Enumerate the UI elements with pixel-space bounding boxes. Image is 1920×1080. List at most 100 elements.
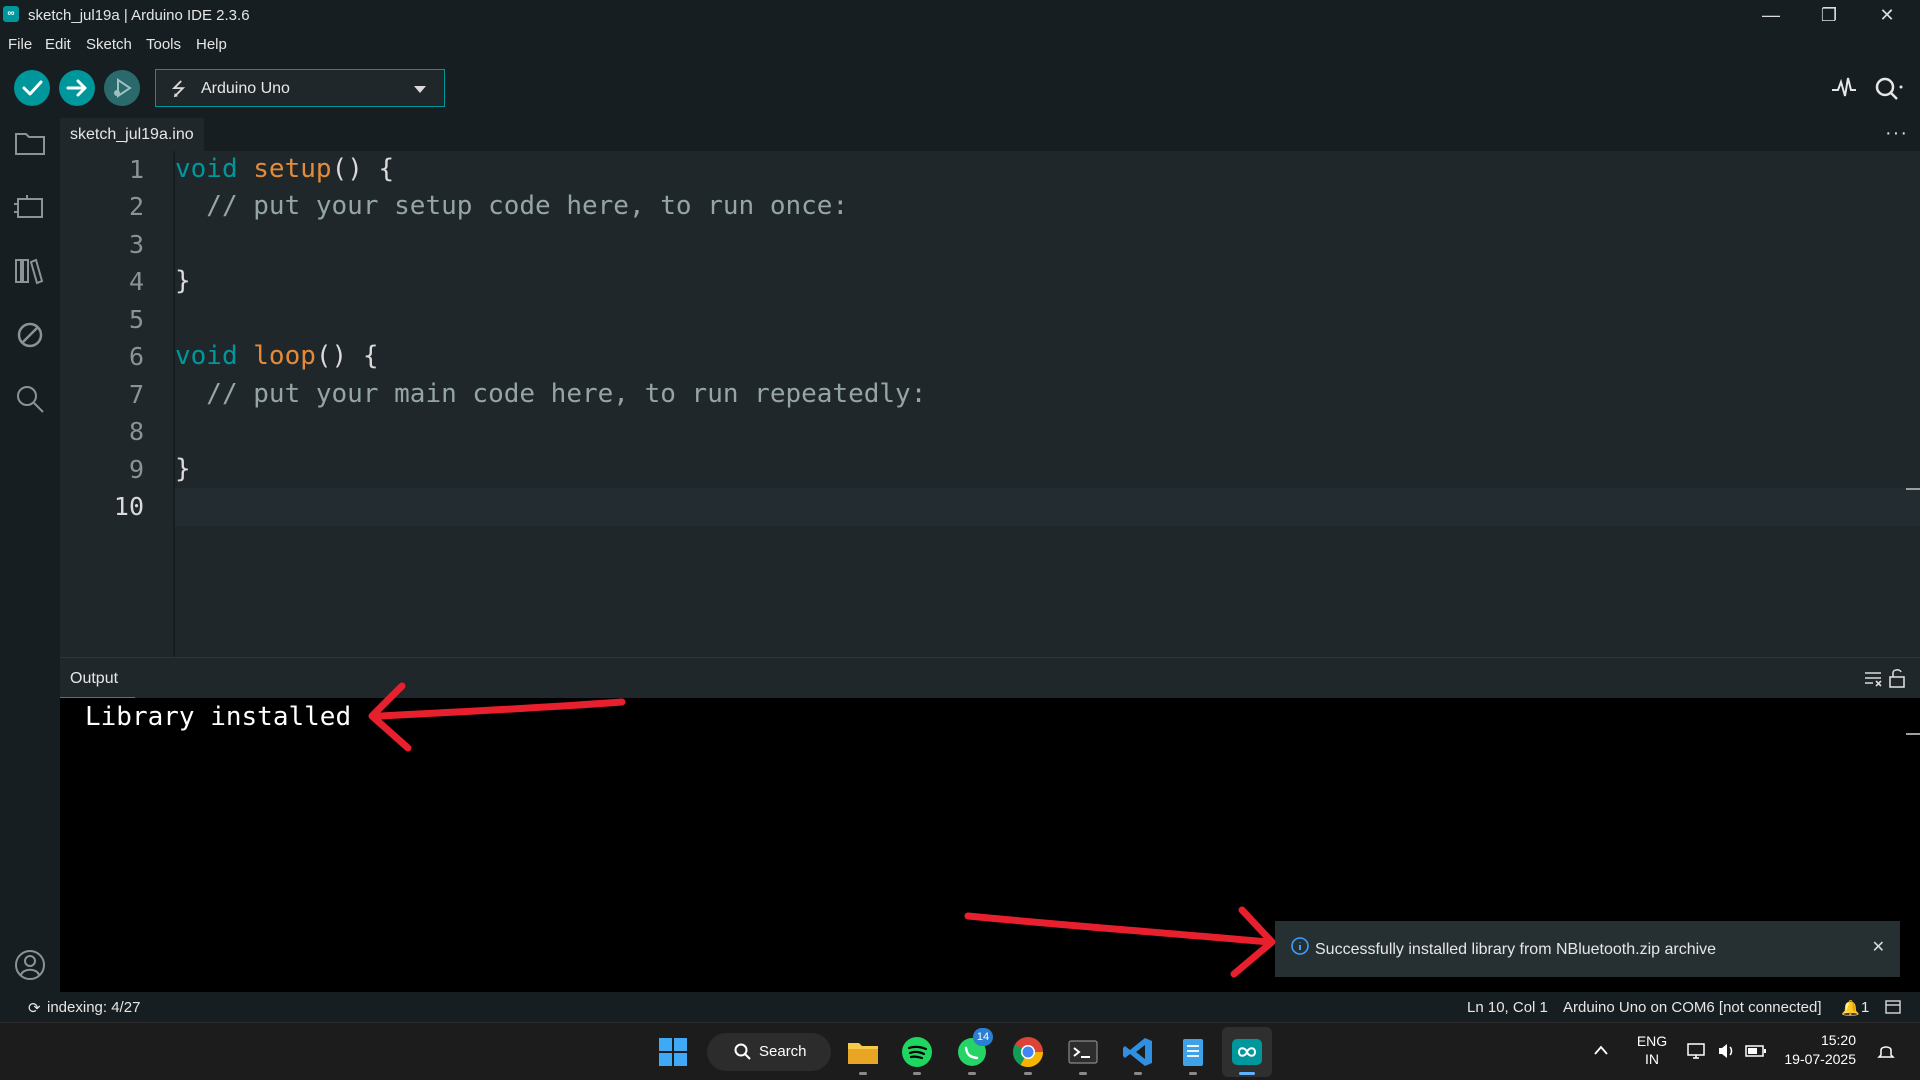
running-indicator — [968, 1072, 976, 1075]
network-icon[interactable] — [1686, 1041, 1706, 1061]
output-header: Output — [60, 657, 1920, 699]
board-port-status[interactable]: Arduino Uno on COM6 [not connected] — [1563, 999, 1822, 1016]
code-text: () { — [331, 154, 395, 184]
code-keyword: void — [175, 341, 238, 371]
tab-output[interactable]: Output — [70, 670, 118, 688]
info-icon — [1291, 937, 1309, 955]
magnifier-icon[interactable] — [1872, 74, 1904, 102]
menu-sketch[interactable]: Sketch — [86, 36, 132, 53]
running-indicator — [913, 1072, 921, 1075]
taskbar-search[interactable]: Search — [707, 1033, 831, 1071]
line-number: 8 — [128, 417, 144, 446]
editor-tab-bar: sketch_jul19a.ino ··· — [60, 118, 1920, 151]
code-editor[interactable]: 1 2 3 4 5 6 7 8 9 10 void setup() { // p… — [60, 151, 1920, 657]
notification-message: Successfully installed library from NBlu… — [1315, 941, 1717, 958]
code-text: () { — [315, 341, 379, 371]
running-indicator — [859, 1072, 867, 1075]
check-icon — [22, 80, 43, 96]
line-number: 7 — [128, 380, 144, 409]
board-manager-icon[interactable] — [13, 190, 47, 224]
menu-edit[interactable]: Edit — [45, 36, 71, 53]
sidebar — [0, 118, 60, 992]
running-indicator — [1079, 1072, 1087, 1075]
menu-tools[interactable]: Tools — [146, 36, 181, 53]
menu-help[interactable]: Help — [196, 36, 227, 53]
code-comment: // put your setup code here, to run once… — [175, 191, 849, 221]
notification-toast: Successfully installed library from NBlu… — [1275, 921, 1900, 977]
arduino-ide-icon[interactable] — [1230, 1035, 1264, 1069]
arduino-logo-icon: ∞ — [3, 6, 19, 22]
battery-icon[interactable] — [1745, 1043, 1767, 1059]
cursor-position[interactable]: Ln 10, Col 1 — [1467, 999, 1548, 1016]
chevron-up-icon[interactable] — [1593, 1044, 1609, 1056]
debug-disabled-icon[interactable] — [13, 318, 47, 352]
clock-date[interactable]: 19-07-2025 — [1780, 1051, 1856, 1067]
toggle-panel-icon[interactable] — [1885, 1000, 1901, 1014]
verify-button[interactable] — [14, 70, 50, 106]
tab-sketch-file[interactable]: sketch_jul19a.ino — [60, 118, 204, 151]
clock-time[interactable]: 15:20 — [1780, 1032, 1856, 1048]
toolbar: ⭍ Arduino Uno — [0, 60, 1920, 118]
folder-icon[interactable] — [13, 126, 47, 160]
code-line: } — [175, 454, 191, 484]
code-keyword: void — [175, 154, 238, 184]
scrollbar-marker[interactable] — [1906, 733, 1920, 735]
status-bar: ⟳ indexing: 4/27 Ln 10, Col 1 Arduino Un… — [0, 992, 1920, 1022]
line-number: 1 — [128, 155, 144, 184]
notification-count: 1 — [1861, 999, 1870, 1016]
search-label: Search — [759, 1043, 807, 1060]
terminal-icon[interactable] — [1066, 1035, 1100, 1069]
code-line: } — [175, 266, 191, 296]
window-title: sketch_jul19a | Arduino IDE 2.3.6 — [28, 7, 250, 24]
active-indicator — [1239, 1072, 1255, 1075]
board-label: Arduino Uno — [201, 80, 290, 97]
restore-button[interactable]: ❐ — [1800, 0, 1858, 30]
lock-open-icon[interactable] — [1887, 667, 1907, 689]
line-number-current: 10 — [113, 492, 144, 521]
notification-center-icon[interactable] — [1876, 1041, 1896, 1061]
running-indicator — [1134, 1072, 1142, 1075]
line-number: 2 — [128, 192, 144, 221]
notification-badge: 14 — [973, 1028, 993, 1046]
output-text: Library installed — [85, 702, 352, 732]
refresh-icon: ⟳ — [28, 1000, 41, 1017]
chevron-down-icon — [414, 86, 426, 93]
line-number: 5 — [128, 305, 144, 334]
scrollbar-marker[interactable] — [1906, 488, 1920, 490]
clear-output-icon[interactable] — [1863, 668, 1883, 688]
vscode-icon[interactable] — [1121, 1035, 1155, 1069]
search-icon[interactable] — [13, 382, 47, 416]
spotify-icon[interactable] — [900, 1035, 934, 1069]
chrome-icon[interactable] — [1011, 1035, 1045, 1069]
region-indicator[interactable]: IN — [1634, 1051, 1670, 1067]
code-function: loop — [253, 341, 316, 371]
running-indicator — [1189, 1072, 1197, 1075]
language-indicator[interactable]: ENG — [1634, 1033, 1670, 1049]
file-explorer-icon[interactable] — [846, 1035, 880, 1069]
upload-button[interactable] — [59, 70, 95, 106]
library-icon[interactable] — [13, 254, 47, 288]
code-comment: // put your main code here, to run repea… — [175, 379, 927, 409]
bell-icon[interactable]: 🔔 — [1841, 999, 1860, 1017]
line-number: 6 — [128, 342, 144, 371]
minimize-button[interactable]: — — [1742, 0, 1800, 30]
more-options-icon[interactable]: ··· — [1885, 122, 1908, 145]
line-number: 9 — [128, 455, 144, 484]
volume-icon[interactable] — [1716, 1041, 1736, 1061]
code-line: void setup() { — [175, 154, 394, 184]
usb-icon: ⭍ — [171, 79, 186, 99]
line-number: 3 — [128, 230, 144, 259]
close-window-button[interactable]: ✕ — [1858, 0, 1916, 30]
menu-file[interactable]: File — [8, 36, 32, 53]
notepad-icon[interactable] — [1176, 1035, 1210, 1069]
debug-button[interactable] — [104, 70, 140, 106]
pulse-icon[interactable] — [1830, 74, 1858, 102]
board-selector[interactable]: ⭍ Arduino Uno — [155, 69, 445, 107]
close-notification-button[interactable]: ✕ — [1872, 937, 1885, 957]
menu-bar: File Edit Sketch Tools Help — [0, 30, 1920, 60]
windows-start-icon[interactable] — [656, 1035, 690, 1069]
code-line: void loop() { — [175, 341, 379, 371]
account-icon[interactable] — [13, 948, 47, 982]
indexing-status: indexing: 4/27 — [47, 999, 141, 1016]
running-indicator — [1024, 1072, 1032, 1075]
